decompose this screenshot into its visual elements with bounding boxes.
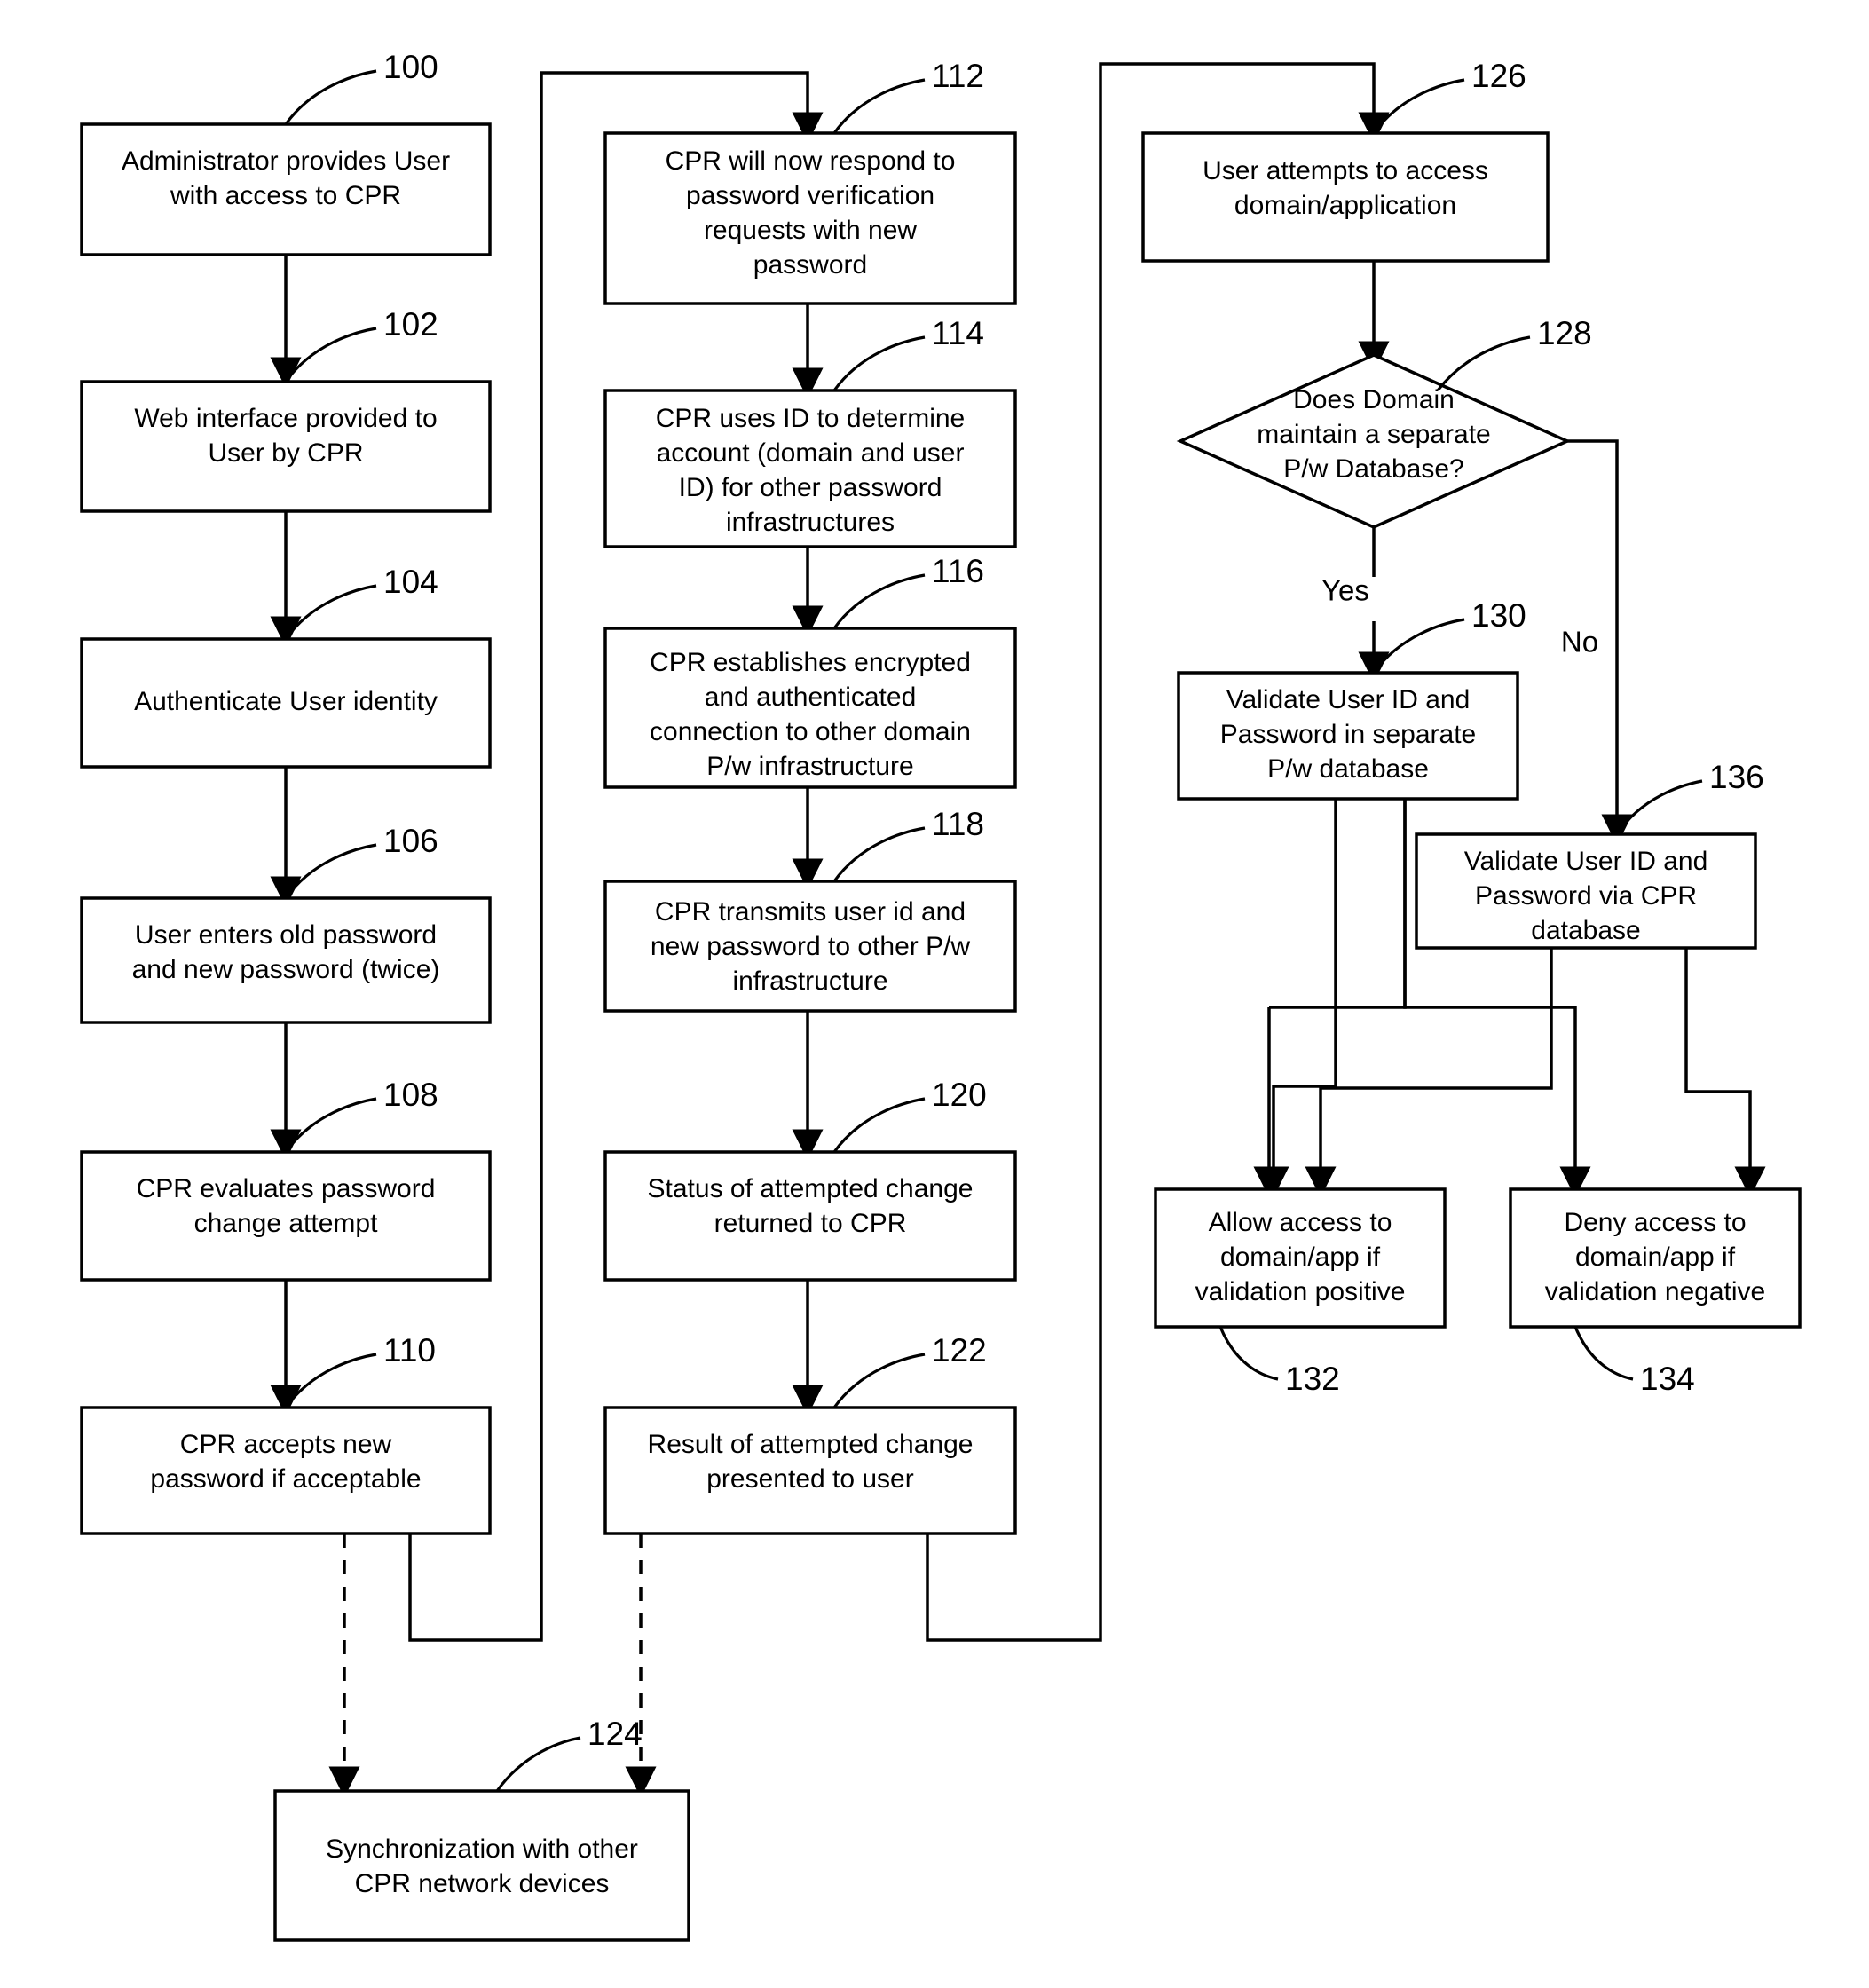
svg-text:returned to CPR: returned to CPR: [714, 1209, 907, 1238]
ref-label-106: 106: [383, 823, 438, 859]
svg-text:P/w infrastructure: P/w infrastructure: [706, 752, 913, 781]
svg-text:CPR evaluates password: CPR evaluates password: [137, 1174, 436, 1203]
svg-text:CPR will now respond to: CPR will now respond to: [666, 146, 956, 176]
edge-110-to-112: [408, 71, 824, 1642]
svg-text:Validate User ID and: Validate User ID and: [1226, 685, 1471, 714]
svg-text:database: database: [1531, 916, 1640, 945]
ref-label-114: 114: [932, 315, 984, 351]
edge-label-no: No: [1561, 626, 1598, 659]
svg-text:CPR accepts new: CPR accepts new: [180, 1430, 392, 1459]
edge-136-to-134: [1684, 948, 1766, 1198]
svg-text:Validate User ID and: Validate User ID and: [1464, 847, 1708, 876]
ref-label-118: 118: [932, 806, 984, 842]
svg-text:Web interface provided to: Web interface provided to: [134, 404, 437, 433]
svg-text:infrastructures: infrastructures: [726, 508, 895, 537]
node-126[interactable]: User attempts to access domain/applicati…: [1141, 58, 1550, 263]
svg-text:connection to other domain: connection to other domain: [650, 717, 971, 746]
svg-text:P/w database: P/w database: [1267, 754, 1429, 784]
edge-130-to-132: [1258, 799, 1407, 1198]
ref-label-136: 136: [1709, 759, 1764, 795]
node-114[interactable]: CPR uses ID to determine account (domain…: [603, 315, 1017, 548]
svg-text:password if acceptable: password if acceptable: [150, 1464, 421, 1494]
svg-text:and authenticated: and authenticated: [705, 682, 917, 712]
ref-label-126: 126: [1471, 58, 1526, 94]
svg-text:CPR transmits user id and: CPR transmits user id and: [655, 897, 966, 927]
ref-label-104: 104: [383, 564, 438, 600]
svg-text:requests with new: requests with new: [704, 216, 917, 245]
node-112[interactable]: CPR will now respond to password verific…: [603, 58, 1017, 305]
ref-label-120: 120: [932, 1077, 987, 1113]
svg-text:Allow access to: Allow access to: [1209, 1208, 1392, 1237]
svg-text:validation negative: validation negative: [1545, 1277, 1766, 1306]
ref-label-122: 122: [932, 1332, 987, 1369]
ref-label-112: 112: [932, 58, 984, 94]
node-132[interactable]: Allow access to domain/app if validation…: [1154, 1187, 1447, 1397]
node-134[interactable]: Deny access to domain/app if validation …: [1509, 1187, 1802, 1397]
svg-text:infrastructure: infrastructure: [732, 966, 887, 996]
svg-text:User enters old password: User enters old password: [135, 920, 437, 950]
svg-text:P/w Database?: P/w Database?: [1283, 454, 1463, 484]
svg-text:User attempts to access: User attempts to access: [1203, 156, 1488, 185]
svg-text:with access to CPR: with access to CPR: [170, 181, 401, 210]
svg-text:maintain a separate: maintain a separate: [1257, 420, 1491, 449]
svg-text:User by CPR: User by CPR: [208, 438, 363, 468]
svg-text:CPR establishes encrypted: CPR establishes encrypted: [650, 648, 971, 677]
ref-label-116: 116: [932, 553, 984, 589]
node-100[interactable]: Administrator provides User with access …: [80, 49, 492, 256]
ref-label-132: 132: [1285, 1361, 1340, 1397]
svg-text:change attempt: change attempt: [194, 1209, 378, 1238]
svg-text:ID) for other password: ID) for other password: [679, 473, 942, 502]
edge-label-yes: Yes: [1321, 574, 1369, 607]
node-120[interactable]: Status of attempted change returned to C…: [603, 1077, 1017, 1282]
svg-text:domain/app if: domain/app if: [1220, 1242, 1381, 1272]
ref-label-130: 130: [1471, 597, 1526, 634]
ref-label-124: 124: [588, 1716, 643, 1752]
ref-label-100: 100: [383, 49, 438, 85]
node-122[interactable]: Result of attempted change presented to …: [603, 1332, 1017, 1535]
ref-label-110: 110: [383, 1332, 436, 1369]
svg-text:Password in separate: Password in separate: [1220, 720, 1477, 749]
node-130[interactable]: Validate User ID and Password in separat…: [1177, 597, 1526, 801]
flowchart-canvas: Administrator provides User with access …: [80, 49, 1802, 1942]
svg-text:Does Domain: Does Domain: [1293, 385, 1455, 414]
svg-text:CPR network devices: CPR network devices: [355, 1869, 610, 1898]
svg-text:Authenticate User identity: Authenticate User identity: [134, 687, 438, 716]
ref-label-102: 102: [383, 306, 438, 343]
svg-text:new password to other P/w: new password to other P/w: [651, 932, 971, 961]
svg-text:account (domain and user: account (domain and user: [657, 438, 965, 468]
ref-label-108: 108: [383, 1077, 438, 1113]
svg-text:Status of attempted change: Status of attempted change: [648, 1174, 974, 1203]
svg-text:and new password (twice): and new password (twice): [132, 955, 440, 984]
ref-label-134: 134: [1640, 1361, 1695, 1397]
node-124[interactable]: Synchronization with other CPR network d…: [273, 1716, 690, 1942]
svg-text:CPR uses ID to determine: CPR uses ID to determine: [656, 404, 965, 433]
svg-text:validation positive: validation positive: [1195, 1277, 1406, 1306]
node-128[interactable]: Does Domain maintain a separate P/w Data…: [1176, 315, 1592, 529]
edge-136-to-132: [1305, 948, 1553, 1198]
svg-text:domain/application: domain/application: [1234, 191, 1456, 220]
svg-text:Deny access to: Deny access to: [1564, 1208, 1746, 1237]
node-118[interactable]: CPR transmits user id and new password t…: [603, 806, 1017, 1013]
svg-text:Synchronization with other: Synchronization with other: [326, 1834, 638, 1864]
flowchart-page: Administrator provides User with access …: [0, 0, 1869, 1988]
svg-text:password verification: password verification: [686, 181, 934, 210]
ref-label-128: 128: [1537, 315, 1592, 351]
node-116[interactable]: CPR establishes encrypted and authentica…: [603, 553, 1017, 789]
svg-text:domain/app if: domain/app if: [1575, 1242, 1736, 1272]
svg-text:Password via CPR: Password via CPR: [1475, 881, 1697, 911]
svg-text:presented to user: presented to user: [706, 1464, 913, 1494]
svg-text:Administrator provides User: Administrator provides User: [122, 146, 450, 176]
svg-text:password: password: [753, 250, 867, 280]
svg-text:Result of attempted change: Result of attempted change: [648, 1430, 974, 1459]
